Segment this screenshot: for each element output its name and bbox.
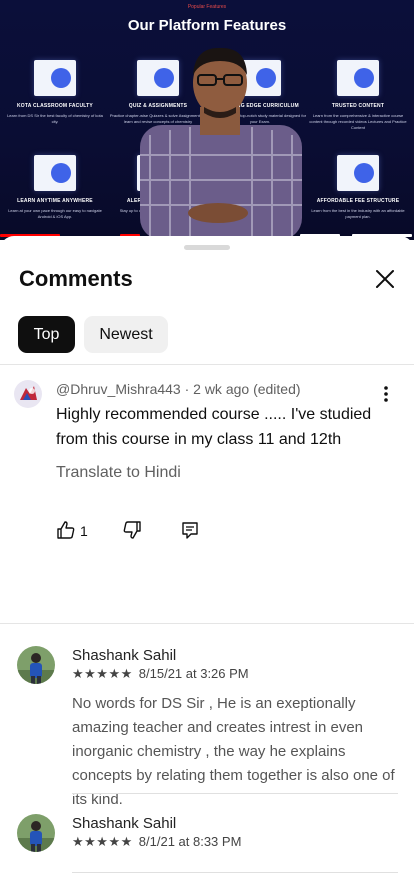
divider — [0, 364, 414, 365]
thumbs-down-icon — [123, 521, 141, 539]
review-date: 8/1/21 at 8:33 PM — [138, 834, 242, 849]
divider — [0, 623, 414, 624]
feature-card: LEARN ANYTIME ANYWHERE Learn at your own… — [5, 155, 105, 220]
feature-name: AFFORDABLE FEE STRUCTURE — [316, 198, 400, 204]
reply-icon — [182, 522, 198, 539]
avatar[interactable] — [14, 380, 42, 408]
feature-name: KOTA CLASSROOM FACULTY — [17, 103, 93, 109]
dislike-button[interactable] — [122, 520, 142, 540]
feature-name: TRUSTED CONTENT — [331, 103, 385, 109]
tab-newest[interactable]: Newest — [84, 316, 168, 353]
avatar[interactable] — [17, 646, 55, 684]
review-date: 8/15/21 at 3:26 PM — [138, 666, 249, 681]
video-small-header: Popular Features — [187, 4, 227, 10]
like-button[interactable]: 1 — [56, 520, 96, 540]
thumbs-up-icon — [57, 521, 75, 539]
divider — [72, 872, 398, 873]
feature-desc: Learn from the comprehensive & interacti… — [309, 113, 407, 130]
comment-more-button[interactable] — [376, 384, 396, 404]
review-author: Shashank Sahil — [72, 815, 177, 832]
feature-icon — [337, 155, 379, 191]
feature-icon — [337, 60, 379, 96]
translate-link[interactable]: Translate to Hindi — [56, 464, 181, 482]
star-rating: ★★★★★ — [72, 666, 133, 681]
feature-desc: Learn from DS Sir the best faculty of ch… — [7, 113, 103, 124]
feature-desc: Learn from the best in the industry with… — [311, 208, 405, 219]
avatar[interactable] — [17, 814, 55, 852]
comment-text: Highly recommended course ..... I've stu… — [56, 406, 372, 448]
comment-meta: @Dhruv_Mishra443 · 2 wk ago (edited) — [56, 381, 301, 397]
close-button[interactable] — [372, 266, 398, 292]
feature-card: AFFORDABLE FEE STRUCTURE Learn from the … — [308, 155, 408, 220]
star-rating: ★★★★★ — [72, 834, 133, 849]
review-rating: ★★★★★ 8/15/21 at 3:26 PM — [72, 666, 249, 682]
avatar-image — [17, 814, 55, 852]
more-vert-icon — [384, 386, 388, 402]
feature-name: LEARN ANYTIME ANYWHERE — [17, 198, 93, 204]
feature-icon — [34, 60, 76, 96]
video-player[interactable]: Popular Features Our Platform Features K… — [0, 0, 414, 240]
review-rating: ★★★★★ 8/1/21 at 8:33 PM — [72, 834, 241, 850]
feature-desc: Learn at your own pace through our easy … — [8, 208, 102, 219]
feature-card: TRUSTED CONTENT Learn from the comprehen… — [308, 60, 408, 131]
reply-button[interactable] — [180, 520, 200, 540]
feature-icon — [34, 155, 76, 191]
comments-sheet: Comments Top Newest @Dhruv_Mishra443 · 2… — [0, 236, 414, 896]
review-text: No words for DS Sir , He is an exeptiona… — [72, 695, 395, 808]
video-slide-title: Our Platform Features — [127, 17, 287, 34]
drag-handle[interactable] — [184, 245, 230, 250]
comments-title: Comments — [19, 266, 133, 291]
avatar-image — [17, 646, 55, 684]
review-author: Shashank Sahil — [72, 647, 177, 664]
tab-top[interactable]: Top — [18, 316, 75, 353]
feature-card: KOTA CLASSROOM FACULTY Learn from DS Sir… — [5, 60, 105, 125]
comment-actions: 1 — [56, 520, 216, 542]
presenter-figure — [140, 47, 302, 240]
close-icon — [376, 270, 394, 288]
like-count: 1 — [80, 523, 88, 539]
divider — [72, 793, 398, 794]
avatar-image — [14, 380, 42, 408]
